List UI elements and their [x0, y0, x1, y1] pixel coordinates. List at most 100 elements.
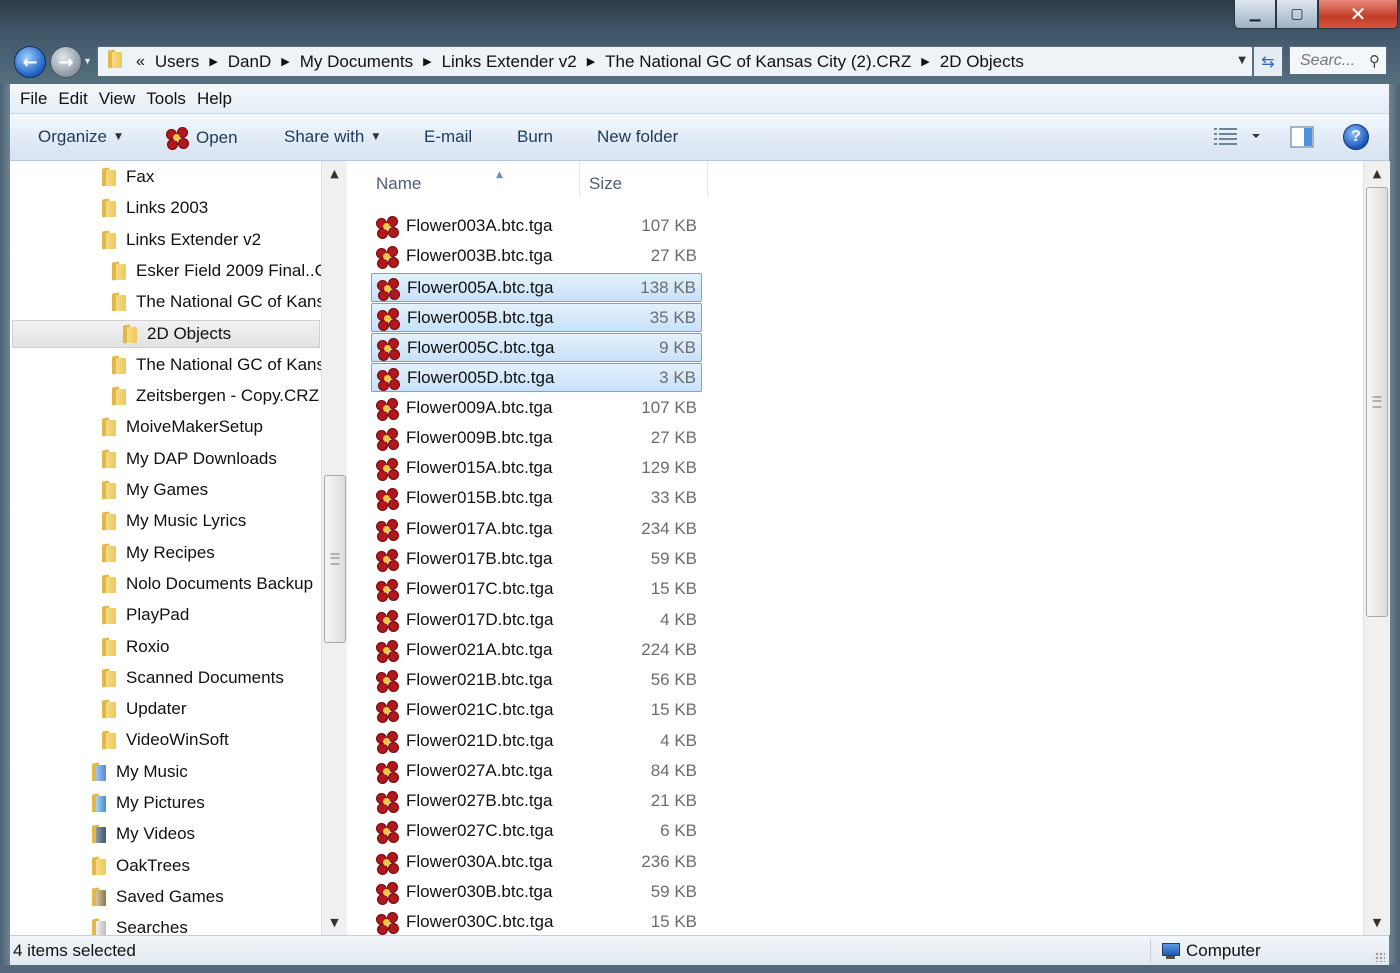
menu-item-edit[interactable]: Edit	[58, 89, 87, 109]
breadcrumb-separator-icon[interactable]: ▶	[921, 55, 929, 68]
nav-item[interactable]: Scanned Documents	[98, 664, 284, 692]
preview-pane-button[interactable]	[1290, 126, 1314, 153]
nav-item[interactable]: My Music Lyrics	[98, 507, 246, 535]
burn-button[interactable]: Burn	[517, 127, 553, 147]
breadcrumb-item[interactable]: Links Extender v2	[442, 52, 577, 72]
file-row[interactable]: Flower027C.btc.tga 6 KB	[371, 817, 702, 846]
help-button[interactable]: ?	[1343, 124, 1369, 150]
file-row[interactable]: Flower005D.btc.tga 3 KB	[371, 363, 702, 393]
scroll-up-icon[interactable]: ▲	[322, 167, 347, 180]
column-header-size[interactable]: Size	[589, 171, 622, 197]
nav-item[interactable]: Esker Field 2009 Final..C	[108, 257, 321, 285]
menu-item-help[interactable]: Help	[197, 89, 232, 109]
column-divider[interactable]	[579, 161, 580, 197]
address-bar[interactable]: « Users ▶ DanD ▶ My Documents ▶ Links Extender …	[97, 46, 1253, 77]
menu-item-file[interactable]: File	[20, 89, 47, 109]
file-row[interactable]: Flower005B.btc.tga 35 KB	[371, 302, 702, 332]
recent-pages-dropdown[interactable]: ▼	[83, 56, 92, 66]
search-icon[interactable]: ⚲	[1369, 52, 1380, 70]
file-row[interactable]: Flower015B.btc.tga 33 KB	[371, 484, 702, 513]
file-row[interactable]: Flower009A.btc.tga 107 KB	[371, 394, 702, 423]
new-folder-button[interactable]: New folder	[597, 127, 678, 147]
file-row[interactable]: Flower017D.btc.tga 4 KB	[371, 606, 702, 635]
nav-item[interactable]: PlayPad	[98, 601, 189, 629]
file-row[interactable]: Flower017A.btc.tga 234 KB	[371, 515, 702, 544]
nav-item[interactable]: Links Extender v2	[98, 226, 261, 254]
nav-item[interactable]: The National GC of Kans	[108, 288, 321, 316]
scroll-down-icon[interactable]: ▼	[1364, 916, 1390, 929]
minimize-button[interactable]: ▁	[1234, 0, 1276, 29]
breadcrumb-item[interactable]: Users	[155, 52, 199, 72]
nav-item[interactable]: Fax	[98, 163, 154, 191]
close-button[interactable]: ✕	[1318, 0, 1398, 29]
file-row[interactable]: Flower017B.btc.tga 59 KB	[371, 545, 702, 574]
nav-item[interactable]: The National GC of Kans	[108, 351, 321, 379]
scroll-up-icon[interactable]: ▲	[1364, 167, 1390, 180]
address-dropdown-icon[interactable]: ▼	[1238, 55, 1246, 66]
file-row[interactable]: Flower003B.btc.tga 27 KB	[371, 242, 702, 271]
nav-item[interactable]: Nolo Documents Backup	[98, 570, 313, 598]
forward-button[interactable]: →	[50, 46, 82, 78]
file-row[interactable]: Flower021B.btc.tga 56 KB	[371, 666, 702, 695]
refresh-button[interactable]: ⇆	[1253, 46, 1283, 77]
search-input[interactable]: Searc... ⚲	[1289, 46, 1387, 75]
nav-item[interactable]: Updater	[98, 695, 186, 723]
nav-item[interactable]: 2D Objects	[12, 319, 320, 348]
breadcrumb-separator-icon[interactable]: ▶	[209, 55, 217, 68]
file-row[interactable]: Flower027A.btc.tga 84 KB	[371, 757, 702, 786]
file-row[interactable]: Flower005C.btc.tga 9 KB	[371, 333, 702, 363]
scroll-down-icon[interactable]: ▼	[322, 916, 347, 929]
email-button[interactable]: E-mail	[424, 127, 472, 147]
file-row[interactable]: Flower021D.btc.tga 4 KB	[371, 727, 702, 756]
folder-icon	[108, 293, 128, 312]
breadcrumb-item[interactable]: 2D Objects	[940, 52, 1024, 72]
breadcrumb-separator-icon[interactable]: ▶	[281, 55, 289, 68]
file-row[interactable]: Flower009B.btc.tga 27 KB	[371, 424, 702, 453]
nav-item[interactable]: Roxio	[98, 633, 169, 661]
back-button[interactable]: ←	[14, 46, 46, 78]
nav-item[interactable]: VideoWinSoft	[98, 726, 229, 754]
nav-item[interactable]: My Pictures	[88, 789, 205, 817]
file-row[interactable]: Flower005A.btc.tga 138 KB	[371, 272, 702, 302]
organize-button[interactable]: Organize ▼	[38, 127, 122, 147]
breadcrumb-separator-icon[interactable]: ▶	[587, 55, 595, 68]
navigation-scrollbar[interactable]: ▲ ▼	[321, 161, 347, 935]
nav-item[interactable]: Links 2003	[98, 194, 208, 222]
file-row[interactable]: Flower003A.btc.tga 107 KB	[371, 212, 702, 241]
file-row[interactable]: Flower030B.btc.tga 59 KB	[371, 878, 702, 907]
share-with-button[interactable]: Share with ▼	[284, 127, 379, 147]
file-row[interactable]: Flower027B.btc.tga 21 KB	[371, 787, 702, 816]
menu-item-tools[interactable]: Tools	[146, 89, 186, 109]
nav-item[interactable]: My Recipes	[98, 539, 215, 567]
maximize-button[interactable]: ▢	[1276, 0, 1318, 29]
nav-item[interactable]: My Music	[88, 758, 188, 786]
nav-item[interactable]: Searches	[88, 914, 188, 935]
column-header-name[interactable]: Name ▲	[376, 170, 503, 197]
nav-item[interactable]: Zeitsbergen - Copy.CRZ	[108, 382, 319, 410]
nav-item[interactable]: My Videos	[88, 820, 195, 848]
breadcrumb-separator-icon[interactable]: ▶	[423, 55, 431, 68]
change-view-button[interactable]	[1214, 126, 1264, 151]
breadcrumb-item[interactable]: The National GC of Kansas City (2).CRZ	[605, 52, 911, 72]
breadcrumb-item[interactable]: DanD	[228, 52, 271, 72]
nav-item[interactable]: Saved Games	[88, 883, 224, 911]
menu-item-view[interactable]: View	[99, 89, 136, 109]
file-row[interactable]: Flower021A.btc.tga 224 KB	[371, 636, 702, 665]
file-row[interactable]: Flower015A.btc.tga 129 KB	[371, 454, 702, 483]
file-row[interactable]: Flower030A.btc.tga 236 KB	[371, 848, 702, 877]
nav-item[interactable]: OakTrees	[88, 852, 190, 880]
breadcrumb-overflow-icon[interactable]: «	[136, 53, 145, 71]
nav-item[interactable]: MoiveMakerSetup	[98, 413, 263, 441]
nav-item[interactable]: My DAP Downloads	[98, 445, 277, 473]
breadcrumb-item[interactable]: My Documents	[300, 52, 413, 72]
scroll-thumb[interactable]	[1366, 187, 1388, 617]
resize-grip[interactable]	[1375, 952, 1385, 962]
nav-item[interactable]: My Games	[98, 476, 208, 504]
column-divider[interactable]	[707, 161, 708, 197]
file-list-scrollbar[interactable]: ▲ ▼	[1363, 161, 1390, 935]
file-row[interactable]: Flower021C.btc.tga 15 KB	[371, 696, 702, 725]
scroll-thumb[interactable]	[324, 475, 346, 643]
file-row[interactable]: Flower017C.btc.tga 15 KB	[371, 575, 702, 604]
open-button[interactable]: Open	[166, 127, 238, 150]
file-row[interactable]: Flower030C.btc.tga 15 KB	[371, 908, 702, 935]
